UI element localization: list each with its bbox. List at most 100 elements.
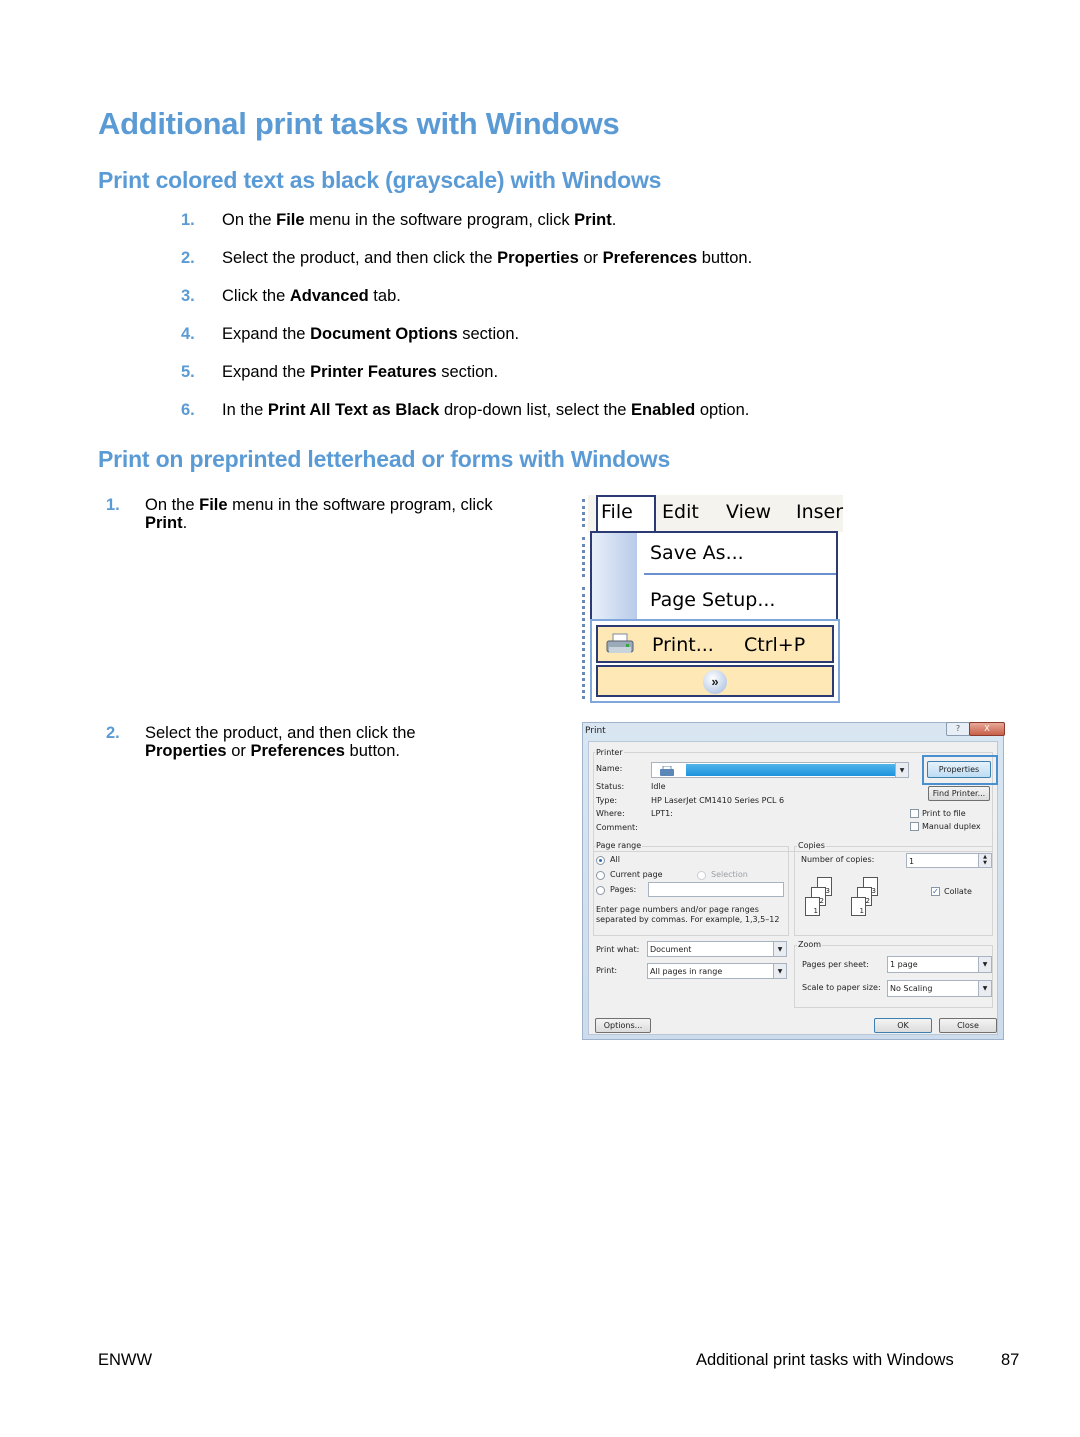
- menu-file-label[interactable]: File: [601, 501, 633, 523]
- print-what-value: Document: [650, 945, 692, 954]
- step-number: 6.: [181, 401, 195, 419]
- footer-left: ENWW: [98, 1351, 153, 1369]
- print-what-select[interactable]: Document ▼: [647, 941, 787, 957]
- print-to-file-checkbox[interactable]: [910, 809, 919, 818]
- page-range-hint: separated by commas. For example, 1,3,5–…: [596, 915, 780, 924]
- menu-print-highlight: Print... Ctrl+P »: [590, 619, 840, 703]
- zoom-group: [794, 945, 993, 1008]
- print-what-label: Print what:: [596, 945, 640, 954]
- section-heading-letterhead: Print on preprinted letterhead or forms …: [98, 446, 671, 472]
- section-heading-grayscale: Print colored text as black (grayscale) …: [98, 167, 662, 193]
- step-number: 2.: [181, 249, 195, 267]
- menu-expand-row[interactable]: »: [596, 665, 834, 697]
- print-select[interactable]: All pages in range ▼: [647, 963, 787, 979]
- menu-item-save-as[interactable]: Save As...: [650, 542, 744, 564]
- step-text: section.: [436, 363, 499, 381]
- selection-radio[interactable]: [697, 871, 706, 880]
- page-number: 87: [1001, 1351, 1020, 1369]
- printer-icon: [660, 766, 674, 776]
- scale-select[interactable]: No Scaling ▼: [887, 980, 992, 997]
- step-text: or: [226, 742, 251, 760]
- step-text: Select the product, and then click the: [222, 249, 498, 267]
- comment-label: Comment:: [596, 823, 638, 832]
- menu-item-print-label: Print...: [652, 634, 714, 656]
- options-button[interactable]: Options...: [595, 1018, 651, 1033]
- printer-group-label: Printer: [595, 748, 624, 757]
- chevron-down-icon[interactable]: ▼: [978, 957, 991, 972]
- selection-label: Selection: [711, 870, 748, 879]
- step-bold-preferences: Preferences: [602, 249, 698, 267]
- current-page-label: Current page: [610, 870, 663, 879]
- step-text: Expand the: [222, 325, 311, 343]
- number-of-copies-value: 1: [909, 857, 915, 866]
- step-text: menu in the software program, click: [227, 496, 493, 514]
- page-label: 2: [819, 897, 824, 905]
- chevron-down-icon[interactable]: ▼: [895, 763, 908, 777]
- chevron-down-icon[interactable]: ▼: [773, 942, 786, 956]
- step-bold-print-all-text: Print All Text as Black: [267, 401, 440, 419]
- page-label: 3: [825, 887, 830, 895]
- step-number: 4.: [181, 325, 195, 343]
- double-chevron-down-icon[interactable]: »: [703, 670, 727, 694]
- spinner-icon[interactable]: ▲ ▼: [978, 854, 991, 867]
- step-bold-enabled: Enabled: [631, 401, 696, 419]
- step-bold-file: File: [276, 211, 305, 229]
- step-bold-file: File: [199, 496, 228, 514]
- step-number: 1.: [181, 211, 195, 229]
- where-value: LPT1:: [651, 809, 673, 818]
- page-label: 3: [871, 887, 876, 895]
- page-range-label: Page range: [595, 841, 643, 850]
- step-text: button.: [697, 249, 753, 267]
- pages-label: Pages:: [610, 885, 637, 894]
- file-dropdown-menu: Save As... Page Setup... Print... Ctrl+P…: [590, 531, 840, 703]
- properties-button[interactable]: Properties: [927, 761, 991, 778]
- menu-insert[interactable]: Inser: [796, 501, 843, 523]
- menu-separator: [644, 573, 836, 575]
- step-number: 1.: [106, 496, 120, 514]
- current-page-radio[interactable]: [596, 871, 605, 880]
- print-to-file-label: Print to file: [922, 809, 966, 818]
- manual-duplex-checkbox[interactable]: [910, 822, 919, 831]
- page-range-hint: Enter page numbers and/or page ranges: [596, 905, 759, 914]
- help-button[interactable]: ?: [946, 722, 970, 736]
- step-text: menu in the software program, click: [304, 211, 575, 229]
- menu-icon-column: [592, 533, 637, 619]
- menu-item-page-setup[interactable]: Page Setup...: [650, 589, 775, 611]
- status-value: Idle: [651, 782, 666, 791]
- page-label: 1: [859, 907, 864, 915]
- chevron-down-icon[interactable]: ▼: [773, 964, 786, 978]
- step-text: Expand the: [222, 363, 311, 381]
- all-label: All: [610, 855, 620, 864]
- number-of-copies-input[interactable]: 1 ▲ ▼: [906, 853, 992, 868]
- step-bold-document-options: Document Options: [310, 325, 458, 343]
- menu-view[interactable]: View: [726, 501, 771, 523]
- all-radio[interactable]: [596, 856, 605, 865]
- pages-per-sheet-select[interactable]: 1 page ▼: [887, 956, 992, 973]
- printer-name-selection: [686, 764, 896, 776]
- collate-checkbox[interactable]: ✓: [931, 887, 940, 896]
- close-button[interactable]: Close: [939, 1018, 997, 1033]
- scale-value: No Scaling: [890, 984, 933, 993]
- menu-edit[interactable]: Edit: [662, 501, 699, 523]
- step-text: section.: [457, 325, 520, 343]
- printer-icon: [606, 633, 634, 653]
- page-label: 2: [865, 897, 870, 905]
- pages-per-sheet-value: 1 page: [890, 960, 918, 969]
- pages-radio[interactable]: [596, 886, 605, 895]
- pages-input[interactable]: [648, 882, 784, 897]
- step-text: Select the product, and then click the: [145, 724, 416, 742]
- menu-item-print[interactable]: Print... Ctrl+P: [596, 625, 834, 663]
- find-printer-button[interactable]: Find Printer...: [928, 786, 990, 801]
- step-bold-advanced: Advanced: [289, 287, 369, 305]
- chevron-down-icon[interactable]: ▼: [978, 981, 991, 996]
- copies-label: Copies: [797, 841, 826, 850]
- pages-per-sheet-label: Pages per sheet:: [802, 960, 869, 969]
- step-text: Click the: [222, 287, 290, 305]
- step-bold-properties: Properties: [145, 742, 227, 760]
- printer-name-select[interactable]: ▼: [651, 762, 909, 778]
- ok-button[interactable]: OK: [874, 1018, 932, 1033]
- page-label: 1: [813, 907, 818, 915]
- dialog-title: Print: [585, 726, 606, 736]
- close-icon[interactable]: X: [969, 722, 1005, 736]
- step-bold-print: Print: [145, 514, 183, 532]
